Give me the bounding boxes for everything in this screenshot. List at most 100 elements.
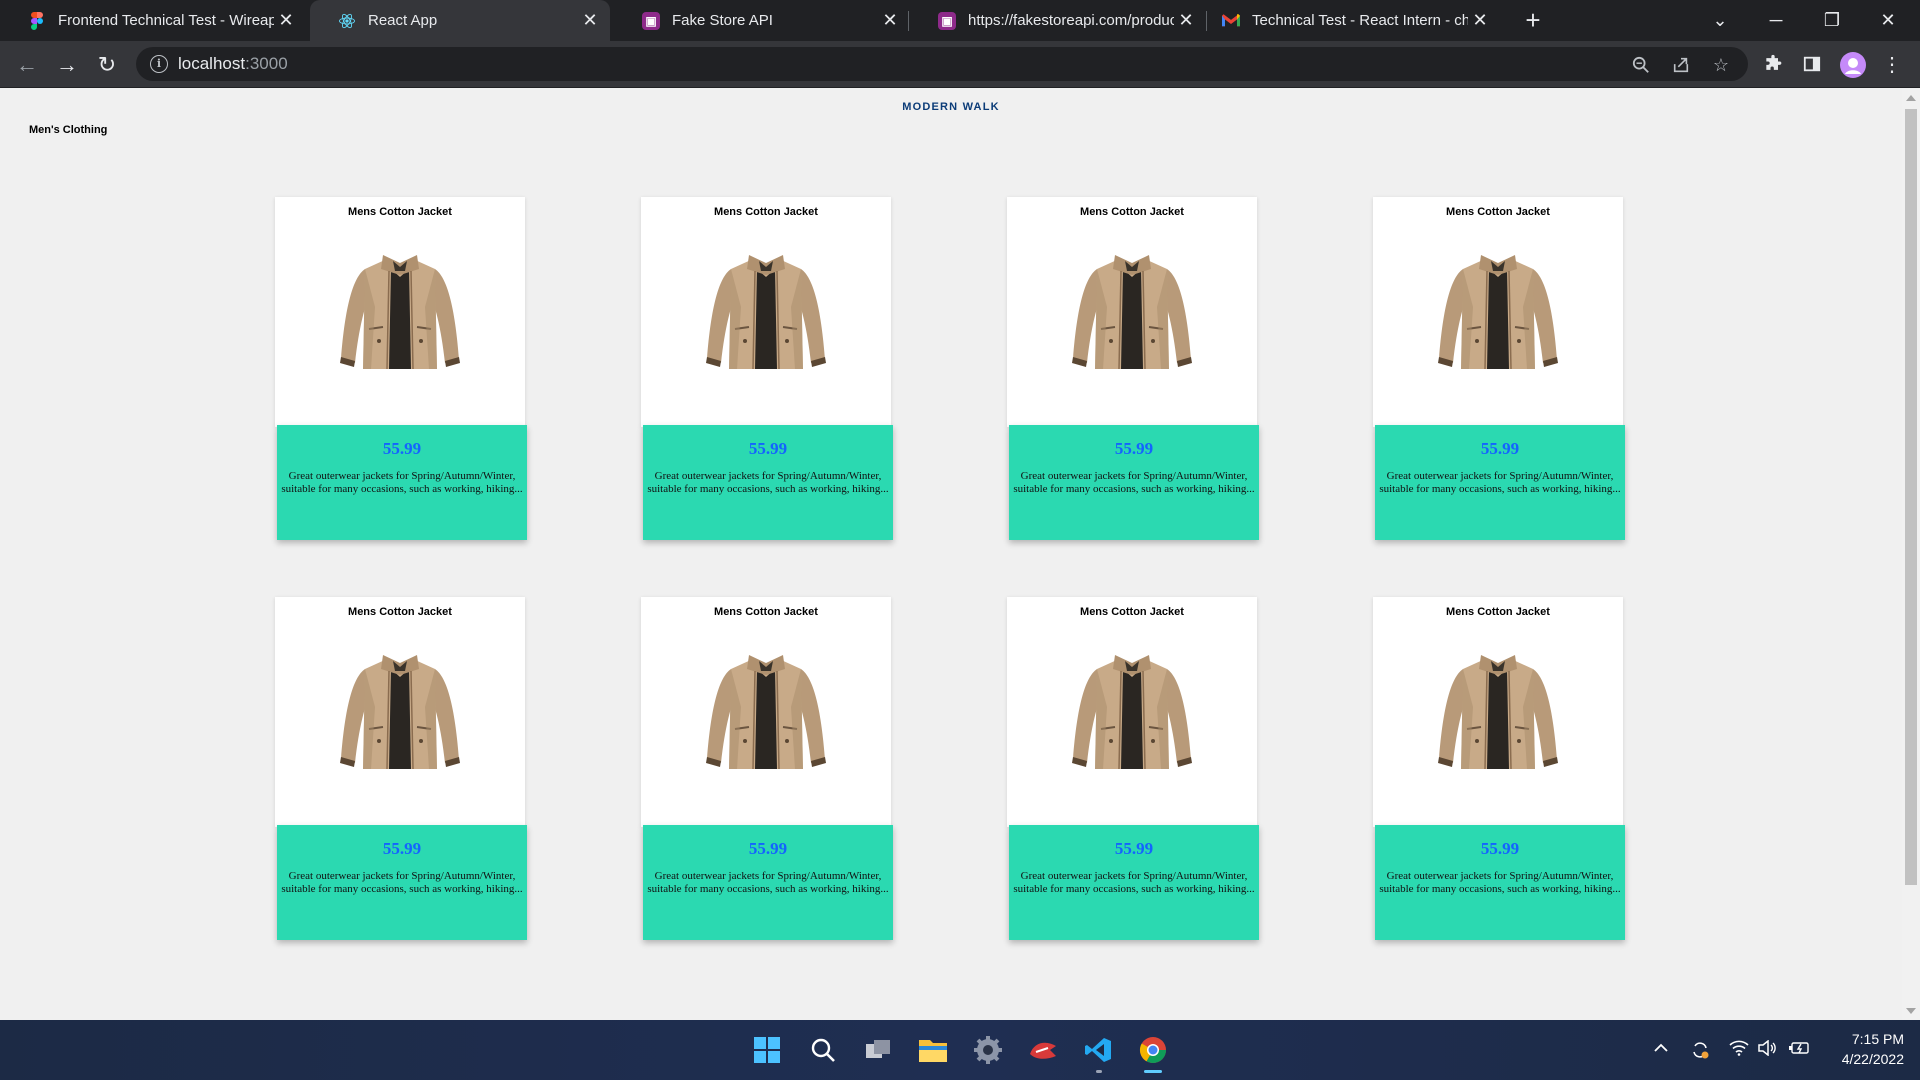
chrome-icon[interactable] <box>1135 1032 1171 1068</box>
close-tab-icon[interactable]: ✕ <box>578 9 602 33</box>
react-icon <box>338 12 356 30</box>
menu-kebab-icon[interactable]: ⋮ <box>1880 52 1904 76</box>
product-description: Great outerwear jackets for Spring/Autum… <box>281 870 523 895</box>
vscode-icon[interactable] <box>1080 1032 1116 1068</box>
product-card-info: 55.99 Great outerwear jackets for Spring… <box>1375 425 1625 540</box>
start-windows-icon[interactable] <box>749 1032 785 1068</box>
taskbar-clock[interactable]: 7:15 PM 4/22/2022 <box>1822 1029 1904 1069</box>
address-bar[interactable]: i localhost:3000 ☆ <box>136 47 1748 81</box>
chrome-active-indicator <box>1144 1070 1162 1073</box>
settings-gear-icon[interactable] <box>970 1032 1006 1068</box>
product-card[interactable]: Mens Cotton Jacket 55.99 Great outerwear… <box>641 597 893 942</box>
extensions-icon[interactable] <box>1761 52 1785 76</box>
task-view-icon[interactable] <box>860 1032 896 1068</box>
close-tab-icon[interactable]: ✕ <box>1468 9 1492 33</box>
profile-avatar[interactable] <box>1840 52 1866 78</box>
vscode-running-indicator <box>1096 1070 1102 1073</box>
product-card-info: 55.99 Great outerwear jackets for Spring… <box>1375 825 1625 940</box>
product-card[interactable]: Mens Cotton Jacket 55.99 Great outerwear… <box>641 197 893 542</box>
product-price: 55.99 <box>748 839 788 858</box>
jacket-image <box>339 254 461 370</box>
tab-fake-store-api[interactable]: ▣ Fake Store API ✕ <box>614 0 910 41</box>
sync-icon[interactable] <box>1690 1040 1710 1064</box>
page-scrollbar[interactable] <box>1902 89 1920 1020</box>
tab-search-icon[interactable]: ⌄ <box>1692 0 1748 41</box>
minimize-button[interactable]: ─ <box>1748 0 1804 41</box>
product-card[interactable]: Mens Cotton Jacket 55.99 Great outerwear… <box>275 197 527 542</box>
volume-icon[interactable] <box>1757 1039 1777 1060</box>
product-title: Mens Cotton Jacket <box>1080 206 1184 218</box>
product-card-info: 55.99 Great outerwear jackets for Spring… <box>643 425 893 540</box>
tab-separator <box>908 11 909 31</box>
scroll-down-arrow[interactable] <box>1906 1008 1916 1014</box>
tab-gmail[interactable]: Technical Test - React Intern - cha ✕ <box>1194 0 1500 41</box>
share-icon[interactable] <box>1671 55 1691 75</box>
reload-button[interactable]: ↻ <box>91 49 123 81</box>
product-price: 55.99 <box>382 839 422 858</box>
product-description: Great outerwear jackets for Spring/Autum… <box>647 470 889 495</box>
browser-toolbar: ← → ↻ i localhost:3000 ☆ ⋮ <box>0 41 1920 88</box>
wifi-icon[interactable] <box>1729 1040 1749 1060</box>
jacket-image <box>1071 654 1193 770</box>
forward-button[interactable]: → <box>51 49 83 81</box>
product-card[interactable]: Mens Cotton Jacket 55.99 Great outerwear… <box>1373 197 1625 542</box>
address-url[interactable]: localhost:3000 <box>178 54 288 74</box>
product-title: Mens Cotton Jacket <box>1446 606 1550 618</box>
jacket-image <box>705 254 827 370</box>
back-button[interactable]: ← <box>11 49 43 81</box>
bookmark-star-icon[interactable]: ☆ <box>1711 55 1731 75</box>
tab-react-app[interactable]: React App ✕ <box>310 0 610 41</box>
new-tab-button[interactable]: + <box>1518 5 1548 35</box>
figma-icon <box>28 11 46 30</box>
product-card[interactable]: Mens Cotton Jacket 55.99 Great outerwear… <box>275 597 527 942</box>
product-price: 55.99 <box>382 439 422 458</box>
product-card-top: Mens Cotton Jacket <box>1007 197 1257 427</box>
product-title: Mens Cotton Jacket <box>1446 206 1550 218</box>
close-window-button[interactable]: ✕ <box>1860 0 1916 41</box>
restore-button[interactable]: ❐ <box>1804 0 1860 41</box>
product-card-top: Mens Cotton Jacket <box>1373 597 1623 827</box>
product-title: Mens Cotton Jacket <box>714 206 818 218</box>
site-info-icon[interactable]: i <box>150 55 168 73</box>
product-title: Mens Cotton Jacket <box>1080 606 1184 618</box>
jacket-image <box>1437 254 1559 370</box>
product-card-info: 55.99 Great outerwear jackets for Spring… <box>277 425 527 540</box>
tab-title: Fake Store API <box>672 12 773 29</box>
gmail-icon <box>1222 12 1240 30</box>
product-card-top: Mens Cotton Jacket <box>1007 597 1257 827</box>
product-card[interactable]: Mens Cotton Jacket 55.99 Great outerwear… <box>1007 197 1259 542</box>
file-explorer-icon[interactable] <box>915 1032 951 1068</box>
product-card[interactable]: Mens Cotton Jacket 55.99 Great outerwear… <box>1007 597 1259 942</box>
show-hidden-icons[interactable] <box>1653 1040 1669 1057</box>
product-title: Mens Cotton Jacket <box>348 206 452 218</box>
scrollbar-thumb[interactable] <box>1905 109 1917 885</box>
fakestore-icon: ▣ <box>642 11 660 30</box>
side-panel-icon[interactable] <box>1800 52 1824 76</box>
scroll-up-arrow[interactable] <box>1906 95 1916 101</box>
tab-figma[interactable]: Frontend Technical Test - Wireap ✕ <box>0 0 306 41</box>
product-price: 55.99 <box>748 439 788 458</box>
close-tab-icon[interactable]: ✕ <box>878 9 902 33</box>
tab-title: Frontend Technical Test - Wireap <box>58 12 274 29</box>
tab-fakestore-products[interactable]: ▣ https://fakestoreapi.com/product ✕ <box>910 0 1206 41</box>
zoom-icon[interactable] <box>1631 55 1651 75</box>
url-port: :3000 <box>245 54 288 73</box>
product-description: Great outerwear jackets for Spring/Autum… <box>647 870 889 895</box>
url-host: localhost <box>178 54 246 73</box>
search-icon[interactable] <box>805 1032 841 1068</box>
product-card-top: Mens Cotton Jacket <box>641 597 891 827</box>
jacket-image <box>1437 654 1559 770</box>
brand-logo-text[interactable]: MODERN WALK <box>0 101 1902 113</box>
tab-title: React App <box>368 12 438 29</box>
red-app-icon[interactable] <box>1025 1032 1061 1068</box>
product-description: Great outerwear jackets for Spring/Autum… <box>1379 870 1621 895</box>
product-title: Mens Cotton Jacket <box>714 606 818 618</box>
product-description: Great outerwear jackets for Spring/Autum… <box>281 470 523 495</box>
browser-tab-strip: Frontend Technical Test - Wireap ✕ React… <box>0 0 1920 41</box>
close-tab-icon[interactable]: ✕ <box>274 9 298 33</box>
jacket-image <box>705 654 827 770</box>
product-card[interactable]: Mens Cotton Jacket 55.99 Great outerwear… <box>1373 597 1625 942</box>
battery-icon[interactable] <box>1788 1040 1810 1060</box>
fakestore-icon: ▣ <box>938 11 956 30</box>
product-card-info: 55.99 Great outerwear jackets for Spring… <box>1009 425 1259 540</box>
